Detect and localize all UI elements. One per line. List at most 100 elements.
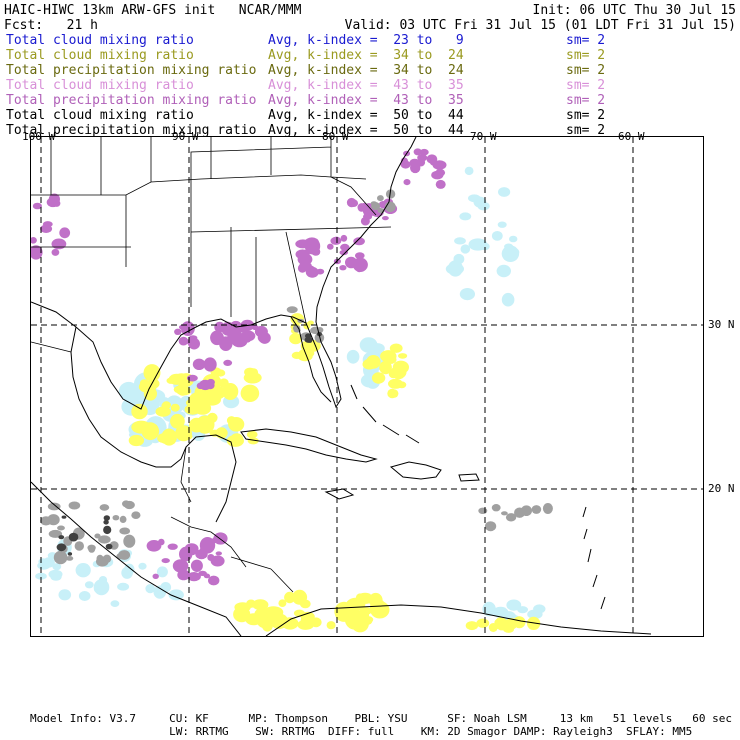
field-smoothing: sm= 2 [566, 33, 606, 48]
cloud-blob [75, 563, 91, 578]
precip-blob [182, 432, 193, 440]
field-row: Total cloud mixing ratio Avg, k-index = 5… [6, 108, 706, 123]
field-smoothing: sm= 2 [566, 48, 606, 63]
precip-blob [398, 353, 408, 359]
precip-purple-blob [203, 573, 211, 579]
forecast-hour: Fcst: 21 h [4, 18, 98, 33]
precip-blob [161, 402, 171, 409]
precip-blob [371, 372, 386, 384]
field-row: Total precipitation mixing ratio Avg, k-i… [6, 63, 706, 78]
cloud-blob [117, 582, 130, 591]
precip-purple-blob [190, 559, 203, 572]
cloud-blob [58, 589, 72, 601]
deep-precip-blob [47, 514, 60, 526]
precip-purple-blob [53, 199, 61, 207]
cloud-blob [93, 584, 109, 594]
precip-blob [513, 616, 526, 629]
precip-blob [128, 434, 145, 447]
precip-blob [143, 386, 157, 401]
deep-precip-blob [286, 306, 298, 314]
precip-blob [131, 403, 148, 420]
field-avg: Avg, k-index = 43 to 35 [268, 93, 464, 108]
deep-precip-blob [542, 503, 553, 514]
lon-label-80w: 80 W [322, 130, 349, 143]
deep-precip-core [56, 543, 67, 552]
field-name: Total precipitation mixing ratio [6, 93, 257, 108]
precip-purple-blob [295, 239, 311, 249]
precip-purple-blob [59, 227, 71, 239]
cloud-blob [477, 201, 490, 211]
precip-purple-blob [203, 357, 217, 372]
deep-precip-blob [87, 544, 96, 551]
valid-time: Valid: 03 UTC Fri 31 Jul 15 (01 LDT Fri … [344, 18, 736, 33]
cloud-blob [48, 569, 63, 579]
deep-precip-blob [68, 501, 81, 510]
lon-label-90w: 90 W [172, 130, 199, 143]
precip-purple-blob [207, 554, 215, 561]
precip-purple-blob [435, 179, 446, 189]
cloud-blob [454, 237, 466, 245]
deep-precip-blob [119, 515, 127, 523]
init-time: Init: 06 UTC Thu 30 Jul 15 [532, 3, 737, 18]
precip-purple-blob [219, 336, 233, 351]
field-avg: Avg, k-index = 34 to 24 [268, 48, 464, 63]
precip-blob [161, 428, 177, 446]
field-name: Total cloud mixing ratio [6, 78, 194, 93]
precip-purple-blob [42, 221, 53, 228]
cloud-blob [447, 260, 463, 277]
precip-blob [246, 430, 258, 439]
cloud-blob [138, 562, 147, 570]
precip-purple-blob [152, 573, 159, 579]
precip-purple-blob [31, 237, 37, 244]
field-avg: Avg, k-index = 50 to 44 [268, 108, 464, 123]
precip-purple-blob [199, 379, 212, 391]
precip-blob [346, 597, 366, 611]
lon-label-70w: 70 W [470, 130, 497, 143]
cloud-blob [506, 599, 522, 611]
cloud-blob [346, 349, 360, 364]
precip-blob [397, 381, 407, 389]
cloud-blob [370, 343, 385, 354]
deep-precip-blob [96, 556, 109, 567]
deep-precip-core [103, 519, 109, 525]
deep-precip-blob [119, 527, 131, 535]
precip-purple-blob [403, 179, 411, 186]
precip-blob [141, 422, 160, 441]
precip-purple-blob [349, 199, 359, 207]
precip-blob [188, 392, 206, 410]
deep-precip-blob [531, 505, 542, 514]
model-info-line1: Model Info: V3.7 CU: KF MP: Thompson PBL… [30, 712, 732, 725]
precip-blob [240, 384, 260, 402]
weather-map [31, 137, 703, 636]
precip-blob [243, 372, 262, 384]
field-avg: Avg, k-index = 43 to 35 [268, 78, 464, 93]
field-smoothing: sm= 2 [566, 108, 606, 123]
cloud-blob [84, 581, 94, 589]
precip-blob [166, 377, 176, 384]
precip-purple-blob [215, 551, 222, 556]
deep-precip-blob [123, 500, 135, 510]
precip-blob [170, 403, 180, 412]
deep-precip-blob [478, 507, 488, 514]
cloud-blob [464, 166, 474, 176]
precip-purple-blob [339, 265, 347, 271]
precip-purple-blob [51, 238, 67, 250]
precip-purple-blob [174, 328, 182, 335]
field-avg: Avg, k-index = 34 to 24 [268, 63, 464, 78]
model-title: HAIC-HIWC 13km ARW-GFS init NCAR/MMM [4, 3, 302, 18]
lon-label-100w: 100 W [22, 130, 56, 143]
precip-blob [495, 617, 504, 625]
precip-purple-blob [146, 540, 162, 552]
field-row: Total precipitation mixing ratio Avg, k-i… [6, 93, 706, 108]
deep-precip-blob [491, 504, 501, 512]
precip-purple-blob [223, 359, 233, 366]
precip-blob [278, 599, 287, 607]
cloud-blob [468, 194, 481, 203]
precip-purple-blob [244, 336, 251, 343]
cloud-blob [497, 221, 507, 228]
model-info-line2: LW: RRTMG SW: RRTMG DIFF: full KM: 2D Sm… [30, 725, 693, 738]
precip-purple-blob [161, 558, 170, 564]
precip-blob [292, 589, 308, 605]
precip-purple-blob [178, 336, 189, 346]
cloud-blob [459, 288, 475, 301]
